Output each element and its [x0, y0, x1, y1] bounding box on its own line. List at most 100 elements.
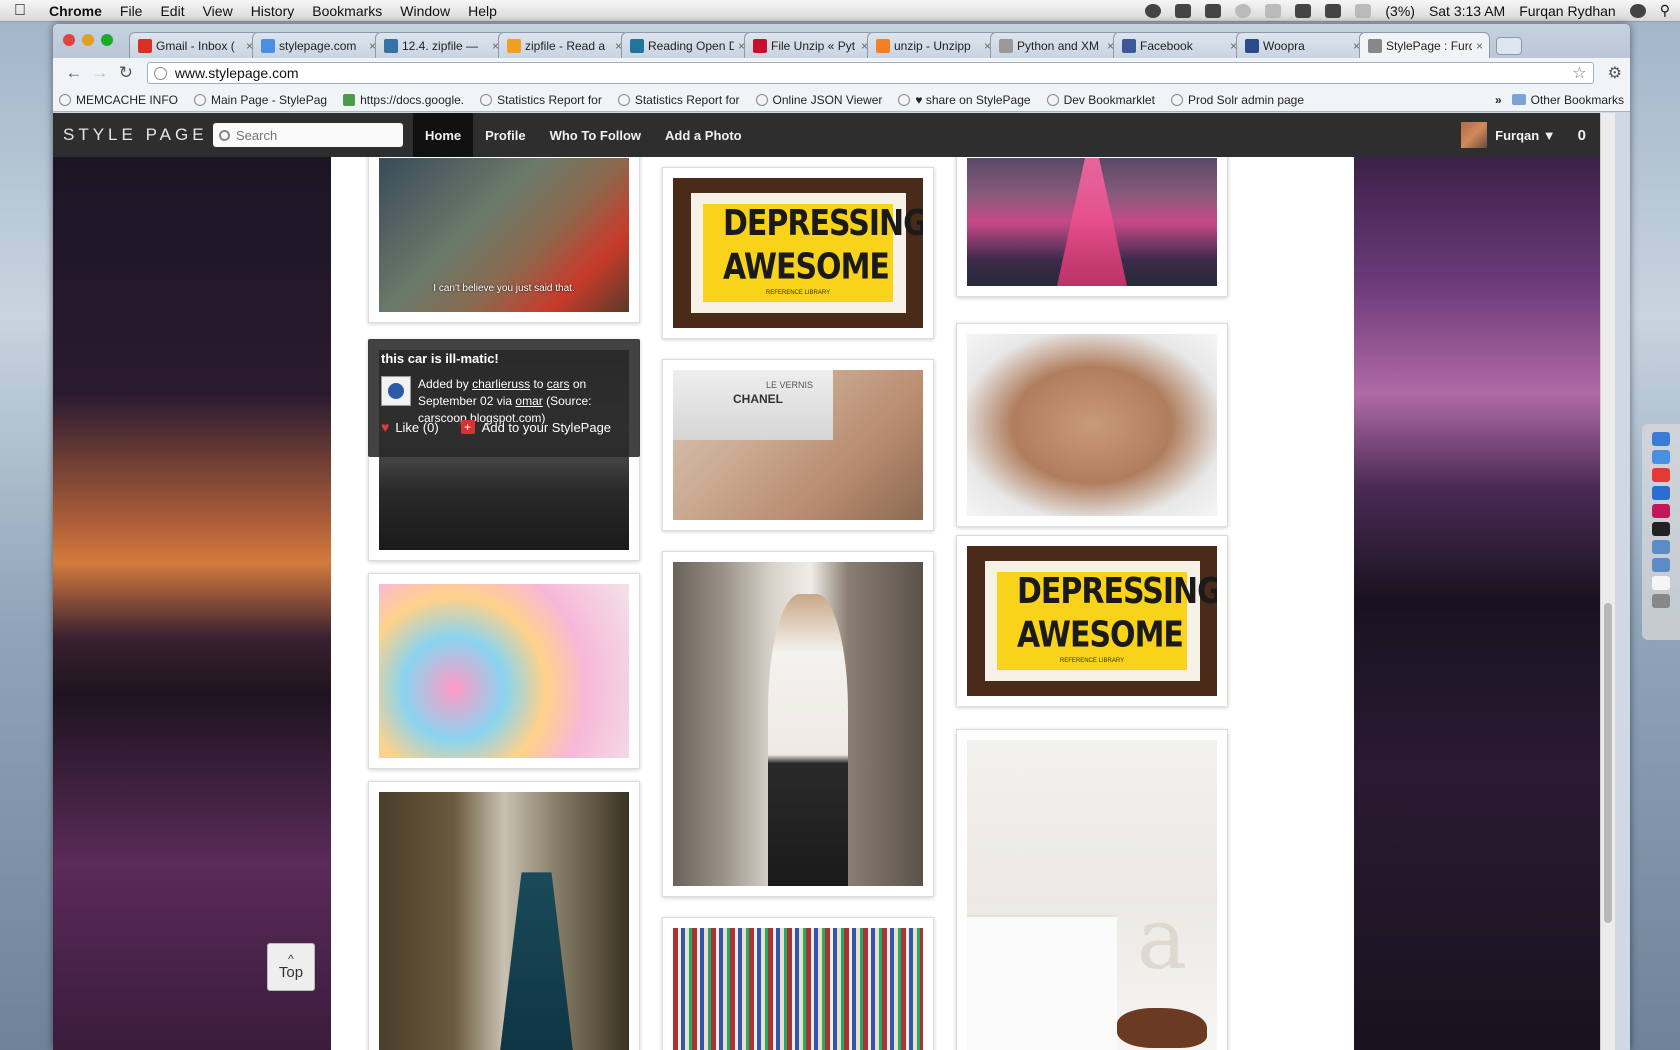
trash-icon[interactable] [1652, 594, 1670, 608]
nav-who-to-follow[interactable]: Who To Follow [538, 113, 653, 157]
finder-icon[interactable] [1652, 432, 1670, 446]
photo-fashion[interactable] [673, 562, 923, 886]
search-input[interactable] [236, 127, 386, 143]
page-scrollbar[interactable] [1600, 113, 1615, 1050]
photo-card[interactable]: DEPRESSINGLY AWESOME REFERENCE LIBRARY [956, 535, 1228, 707]
photo-candy[interactable] [379, 584, 629, 758]
bookmark-item[interactable]: Statistics Report for [617, 93, 740, 107]
folder-icon[interactable] [1652, 540, 1670, 554]
wrench-menu-icon[interactable]: ⚙ [1608, 63, 1622, 83]
site-search[interactable] [213, 123, 403, 147]
like-button[interactable]: Like (0) [395, 420, 438, 435]
new-tab-button[interactable] [1496, 37, 1522, 55]
browser-tab[interactable]: StylePage : Furq × [1359, 32, 1490, 58]
wifi-icon[interactable] [1295, 3, 1312, 18]
nav-home[interactable]: Home [413, 113, 474, 157]
clock[interactable]: Sat 3:13 AM [1429, 3, 1505, 19]
board-link[interactable]: cars [547, 377, 570, 391]
bookmarks-overflow-icon[interactable]: » [1495, 93, 1502, 107]
menu-history[interactable]: History [242, 3, 304, 19]
browser-tab[interactable]: File Unzip « Pyt × [744, 32, 875, 58]
other-bookmarks[interactable]: Other Bookmarks [1511, 93, 1624, 107]
photo-card[interactable] [662, 551, 934, 897]
user-link[interactable]: charlieruss [472, 377, 530, 391]
menubar-user[interactable]: Furqan Rydhan [1519, 3, 1616, 19]
menu-edit[interactable]: Edit [151, 3, 193, 19]
bookmark-item[interactable]: MEMCACHE INFO [59, 93, 178, 107]
avatar[interactable] [1461, 122, 1488, 148]
user-status-icon[interactable] [1629, 3, 1646, 18]
chrome-icon[interactable] [1652, 468, 1670, 482]
browser-tab[interactable]: Woopra × [1236, 32, 1367, 58]
bookmark-item[interactable]: Dev Bookmarklet [1046, 93, 1155, 107]
close-window-button[interactable] [63, 34, 75, 46]
time-machine-icon[interactable] [1235, 3, 1252, 18]
bookmark-item[interactable]: Main Page - StylePag [194, 93, 327, 107]
photo-sign[interactable]: DEPRESSINGLY AWESOME REFERENCE LIBRARY [673, 178, 923, 328]
menu-window[interactable]: Window [391, 3, 459, 19]
via-user-link[interactable]: omar [515, 394, 542, 408]
photo-lady[interactable] [379, 792, 629, 1050]
spotlight-icon[interactable]: ⚲ [1660, 2, 1670, 19]
photo-vegas[interactable] [967, 158, 1217, 286]
bookmark-item[interactable]: ♥ share on StylePage [898, 93, 1031, 107]
bluetooth-icon[interactable] [1265, 3, 1282, 18]
dashboard-icon[interactable] [1652, 450, 1670, 464]
monitor-icon[interactable] [1145, 3, 1162, 18]
browser-tab[interactable]: 12.4. zipfile — × [375, 32, 506, 58]
photo-card[interactable]: a [956, 729, 1228, 1050]
plus-icon[interactable]: + [460, 420, 475, 434]
menu-view[interactable]: View [194, 3, 242, 19]
address-bar[interactable]: www.stylepage.com ☆ [146, 62, 1594, 84]
screens-icon[interactable] [1175, 3, 1192, 18]
browser-tab[interactable]: zipfile - Read a × [498, 32, 629, 58]
heart-icon[interactable]: ♥ [381, 419, 389, 435]
safari-icon[interactable] [1652, 486, 1670, 500]
photo-card[interactable]: DEPRESSINGLY AWESOME REFERENCE LIBRARY [662, 167, 934, 339]
photo-sign[interactable]: DEPRESSINGLY AWESOME REFERENCE LIBRARY [967, 546, 1217, 696]
photo-card[interactable] [368, 573, 640, 769]
photo-card[interactable] [368, 781, 640, 1050]
photo-flight[interactable]: I can't believe you just said that. [379, 158, 629, 312]
photo-nails[interactable]: LE VERNIS CHANEL [673, 370, 923, 520]
forward-icon[interactable]: → [87, 63, 113, 83]
reload-icon[interactable]: ↻ [113, 63, 139, 83]
user-menu-label[interactable]: Furqan ▼ [1495, 128, 1556, 143]
bookmark-item[interactable]: Statistics Report for [480, 93, 602, 107]
user-menu[interactable]: Furqan ▼ 0 [1461, 122, 1600, 148]
browser-tab[interactable]: Python and XM × [990, 32, 1121, 58]
back-to-top-button[interactable]: ^ Top [267, 943, 315, 991]
bookmark-item[interactable]: Prod Solr admin page [1170, 93, 1304, 107]
apple-icon[interactable]:  [0, 2, 40, 20]
browser-tab[interactable]: Facebook × [1113, 32, 1244, 58]
photo-books[interactable] [673, 928, 923, 1050]
photo-bag[interactable] [967, 334, 1217, 516]
photo-card[interactable] [956, 323, 1228, 527]
nav-add-photo[interactable]: Add a Photo [653, 113, 754, 157]
minimize-window-button[interactable] [82, 34, 94, 46]
downloads-icon[interactable] [1652, 558, 1670, 572]
page-info-icon[interactable] [153, 66, 167, 80]
photo-card[interactable]: I can't believe you just said that. [368, 157, 640, 323]
back-icon[interactable]: ← [61, 63, 87, 83]
browser-tab[interactable]: Reading Open D × [621, 32, 752, 58]
url-text[interactable]: www.stylepage.com [175, 65, 1572, 81]
zoom-window-button[interactable] [101, 34, 113, 46]
add-to-stylepage-button[interactable]: Add to your StylePage [482, 420, 611, 435]
bookmark-item[interactable]: https://docs.google. [343, 93, 464, 107]
battery-icon[interactable] [1355, 3, 1372, 18]
close-tab-icon[interactable]: × [1476, 39, 1483, 53]
photo-card[interactable]: LE VERNIS CHANEL [662, 359, 934, 531]
menu-file[interactable]: File [111, 3, 152, 19]
notification-count[interactable]: 0 [1578, 127, 1586, 144]
photo-card[interactable] [662, 917, 934, 1050]
document-icon[interactable] [1652, 576, 1670, 590]
browser-tab[interactable]: stylepage.com × [252, 32, 383, 58]
bookmark-item[interactable]: Online JSON Viewer [755, 93, 882, 107]
nav-profile[interactable]: Profile [473, 113, 537, 157]
volume-icon[interactable] [1325, 3, 1342, 18]
terminal-icon[interactable] [1652, 522, 1670, 536]
site-logo[interactable]: STYLE PAGE [63, 125, 213, 145]
scrollbar-thumb[interactable] [1604, 603, 1612, 923]
bookmark-star-icon[interactable]: ☆ [1572, 63, 1586, 83]
